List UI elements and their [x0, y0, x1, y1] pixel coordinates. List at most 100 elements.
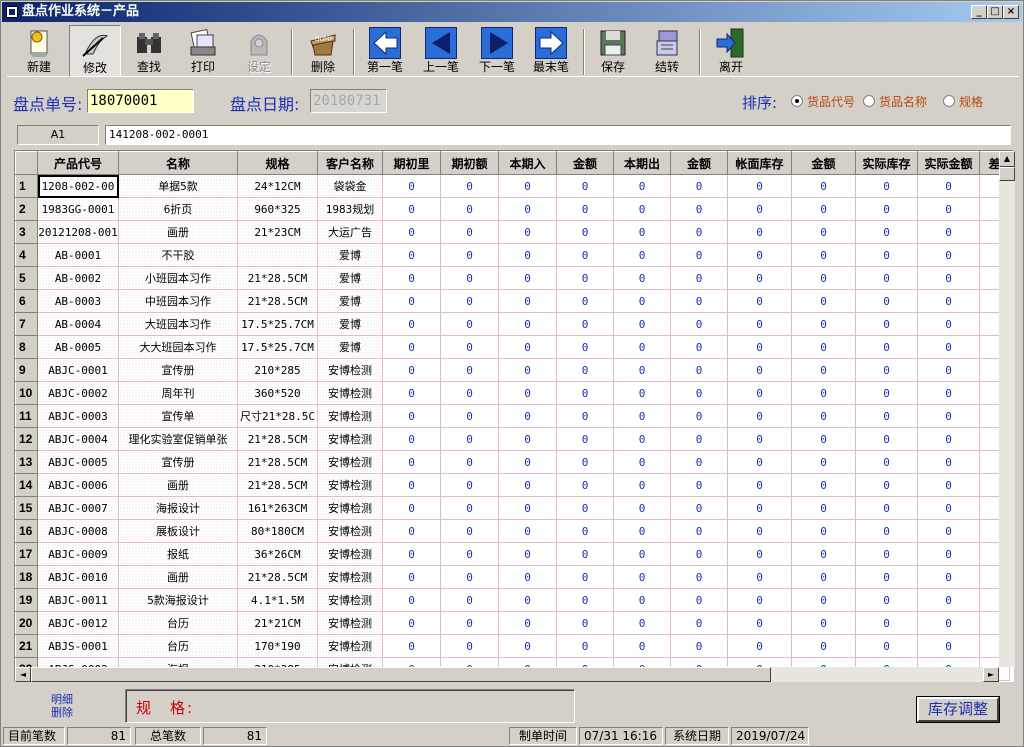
- transfer-button[interactable]: 结转: [641, 25, 693, 77]
- grid-cell[interactable]: 0: [670, 358, 728, 382]
- grid-cell[interactable]: 小班园本习作: [118, 266, 238, 290]
- settings-button[interactable]: 设定: [233, 25, 285, 77]
- grid-cell[interactable]: 360*520: [237, 381, 318, 405]
- grid-cell[interactable]: 0: [498, 266, 557, 290]
- grid-cell[interactable]: 0: [855, 542, 918, 566]
- grid-cell[interactable]: 0: [791, 174, 856, 198]
- inventory-grid[interactable]: 产品代号 名称 规格 客户名称 期初里 期初额 本期入 金额 本期出 金额 帐面库存 金额 实际库存 实际…: [14, 150, 1014, 682]
- grid-cell[interactable]: 0: [613, 266, 671, 290]
- grid-cell[interactable]: 0: [556, 611, 614, 635]
- table-row[interactable]: 13 ABJC-0005 宣传册 21*28.5CM 安博检测 0 0 0 0 0 0 0 0 0 0: [15, 450, 1010, 474]
- grid-cell[interactable]: 6折页: [118, 197, 238, 221]
- grid-cell[interactable]: 0: [498, 197, 557, 221]
- grid-cell[interactable]: 0: [917, 266, 980, 290]
- grid-cell[interactable]: 21*28.5CM: [237, 473, 318, 497]
- grid-cell[interactable]: ABJC-0006: [37, 473, 119, 497]
- table-row[interactable]: 5 AB-0002 小班园本习作 21*28.5CM 爱博 0 0 0 0 0 0 0 0 0 0: [15, 266, 1010, 290]
- first-record-button[interactable]: 第一笔: [359, 25, 411, 77]
- grid-cell[interactable]: 0: [498, 473, 557, 497]
- grid-cell[interactable]: 0: [670, 611, 728, 635]
- grid-cell[interactable]: 0: [855, 174, 918, 198]
- grid-cell[interactable]: 0: [727, 335, 792, 359]
- grid-cell[interactable]: 0: [670, 335, 728, 359]
- column-header[interactable]: 金额: [791, 151, 856, 175]
- grid-cell[interactable]: 0: [440, 358, 499, 382]
- table-row[interactable]: 2 1983GG-0001 6折页 960*325 1983规划 0 0 0 0 0 0 0 0 0 0: [15, 197, 1010, 221]
- grid-cell[interactable]: 海报设计: [118, 496, 238, 520]
- grid-cell[interactable]: 0: [498, 542, 557, 566]
- date-field[interactable]: 20180731: [310, 89, 387, 113]
- grid-cell[interactable]: 0: [791, 427, 856, 451]
- grid-cell[interactable]: 0: [791, 289, 856, 313]
- grid-cell[interactable]: 爱博: [317, 266, 383, 290]
- grid-cell[interactable]: 0: [382, 174, 441, 198]
- grid-cell[interactable]: 0: [855, 312, 918, 336]
- grid-cell[interactable]: 0: [382, 220, 441, 244]
- grid-cell[interactable]: 0: [556, 289, 614, 313]
- grid-cell[interactable]: 0: [670, 220, 728, 244]
- grid-cell[interactable]: 画册: [118, 220, 238, 244]
- grid-cell[interactable]: 1983规划: [317, 197, 383, 221]
- grid-cell[interactable]: 0: [556, 358, 614, 382]
- grid-cell[interactable]: 21*28.5CM: [237, 450, 318, 474]
- grid-cell[interactable]: 0: [556, 197, 614, 221]
- column-header[interactable]: 规格: [237, 151, 318, 175]
- grid-cell[interactable]: 0: [440, 473, 499, 497]
- grid-cell[interactable]: 0: [855, 289, 918, 313]
- grid-cell[interactable]: 袋袋金: [317, 174, 383, 198]
- grid-cell[interactable]: 0: [382, 496, 441, 520]
- grid-cell[interactable]: 0: [917, 496, 980, 520]
- grid-cell[interactable]: 0: [613, 289, 671, 313]
- grid-cell[interactable]: 21*23CM: [237, 220, 318, 244]
- grid-cell[interactable]: 单据5款: [118, 174, 238, 198]
- table-row[interactable]: 15 ABJC-0007 海报设计 161*263CM 安博检测 0 0 0 0 0 0 0 0 0 0: [15, 496, 1010, 520]
- sort-radio-spec[interactable]: [943, 95, 955, 107]
- grid-cell[interactable]: 0: [855, 335, 918, 359]
- grid-cell[interactable]: 0: [613, 450, 671, 474]
- grid-cell[interactable]: 0: [382, 358, 441, 382]
- grid-cell[interactable]: 24*12CM: [237, 174, 318, 198]
- grid-cell[interactable]: 0: [382, 588, 441, 612]
- grid-cell[interactable]: 0: [382, 243, 441, 267]
- grid-cell[interactable]: 0: [613, 565, 671, 589]
- table-row[interactable]: 1 1208-002-00 单据5款 24*12CM 袋袋金 0 0 0 0 0 0 0 0 0 0: [15, 174, 1010, 198]
- grid-cell[interactable]: 0: [917, 289, 980, 313]
- grid-cell[interactable]: 0: [727, 427, 792, 451]
- grid-cell[interactable]: 0: [498, 174, 557, 198]
- grid-cell[interactable]: 0: [556, 243, 614, 267]
- grid-cell[interactable]: 21*28.5CM: [237, 565, 318, 589]
- grid-cell[interactable]: 0: [917, 220, 980, 244]
- grid-cell[interactable]: 0: [613, 542, 671, 566]
- grid-cell[interactable]: 0: [727, 266, 792, 290]
- grid-cell[interactable]: 170*190: [237, 634, 318, 658]
- grid-cell[interactable]: 0: [613, 312, 671, 336]
- grid-cell[interactable]: 0: [727, 519, 792, 543]
- delete-button[interactable]: DUMP 删除: [297, 25, 349, 77]
- grid-cell[interactable]: 0: [556, 496, 614, 520]
- grid-cell[interactable]: 0: [727, 542, 792, 566]
- grid-cell[interactable]: 0: [382, 565, 441, 589]
- print-button[interactable]: 打印: [177, 25, 229, 77]
- grid-cell[interactable]: 0: [556, 312, 614, 336]
- grid-cell[interactable]: 0: [556, 174, 614, 198]
- grid-cell[interactable]: AB-0003: [37, 289, 119, 313]
- grid-cell[interactable]: 0: [791, 197, 856, 221]
- grid-cell[interactable]: 0: [727, 473, 792, 497]
- grid-cell[interactable]: 0: [440, 174, 499, 198]
- grid-cell[interactable]: 21*28.5CM: [237, 289, 318, 313]
- grid-cell[interactable]: 0: [917, 427, 980, 451]
- vertical-scroll-thumb[interactable]: [999, 167, 1015, 181]
- grid-cell[interactable]: 0: [613, 335, 671, 359]
- grid-cell[interactable]: 0: [917, 312, 980, 336]
- column-header[interactable]: 期初里: [382, 151, 441, 175]
- column-header[interactable]: 本期出: [613, 151, 671, 175]
- grid-cell[interactable]: 0: [613, 220, 671, 244]
- grid-cell[interactable]: 0: [727, 197, 792, 221]
- grid-cell[interactable]: 理化实验室促销单张: [118, 427, 238, 451]
- grid-cell[interactable]: 0: [613, 381, 671, 405]
- grid-cell[interactable]: 0: [727, 404, 792, 428]
- grid-cell[interactable]: 0: [382, 427, 441, 451]
- detail-delete-link[interactable]: 明细删除: [48, 693, 76, 719]
- grid-cell[interactable]: 0: [791, 450, 856, 474]
- grid-cell[interactable]: 0: [727, 381, 792, 405]
